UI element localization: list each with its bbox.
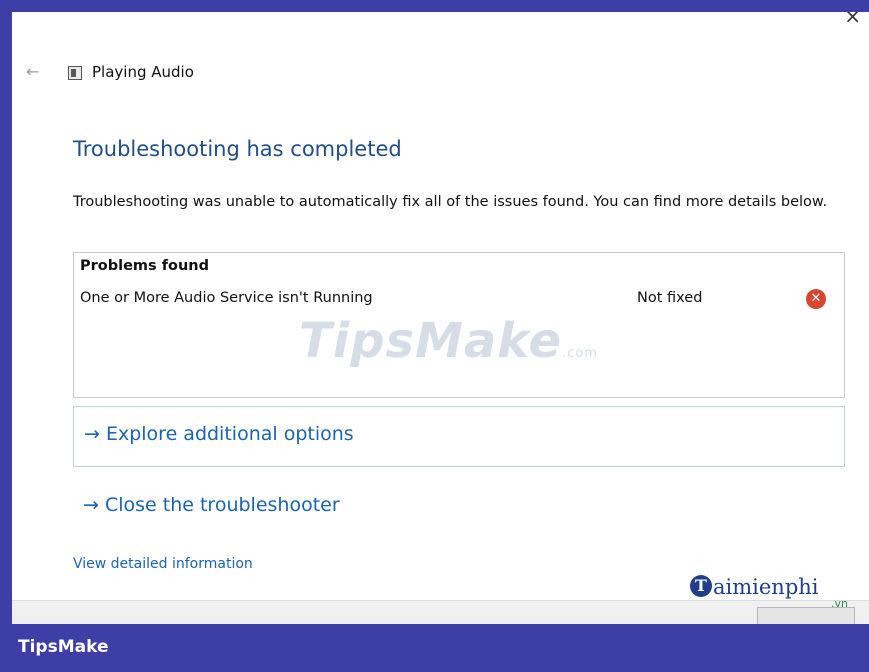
t-logo-icon: T <box>690 575 712 597</box>
app-title: Playing Audio <box>92 63 194 81</box>
problem-name: One or More Audio Service isn't Running <box>80 290 373 306</box>
speaker-icon <box>68 66 82 80</box>
error-icon: ✕ <box>806 289 826 309</box>
status-description: Troubleshooting was unable to automatica… <box>73 194 828 210</box>
problems-header: Problems found <box>80 258 210 274</box>
view-details-link[interactable]: View detailed information <box>73 556 253 572</box>
brand-name: aimienphi <box>713 575 819 599</box>
explore-options-row[interactable]: → Explore additional options <box>73 406 845 467</box>
footer-bar <box>12 600 869 624</box>
problem-status: Not fixed <box>637 290 703 306</box>
page-title: Troubleshooting has completed <box>73 137 402 161</box>
back-arrow-icon[interactable]: ← <box>26 62 39 81</box>
tipsmake-watermark: TipsMake.com <box>299 313 598 369</box>
problems-panel: Problems found One or More Audio Service… <box>73 252 845 398</box>
troubleshooter-window: × ← Playing Audio Troubleshooting has co… <box>12 12 869 624</box>
taimienphi-logo: Taimienphi <box>690 575 819 599</box>
watermark-suffix: .com <box>562 346 598 361</box>
explore-options-link[interactable]: → Explore additional options <box>84 423 354 445</box>
close-icon[interactable]: × <box>844 12 861 26</box>
watermark-text: TipsMake <box>299 313 563 369</box>
brand-tld: .vn <box>831 597 848 610</box>
close-troubleshooter-link[interactable]: → Close the troubleshooter <box>83 494 340 516</box>
screenshot-frame: × ← Playing Audio Troubleshooting has co… <box>0 0 869 672</box>
bottom-brand-label: TipsMake <box>18 637 109 657</box>
